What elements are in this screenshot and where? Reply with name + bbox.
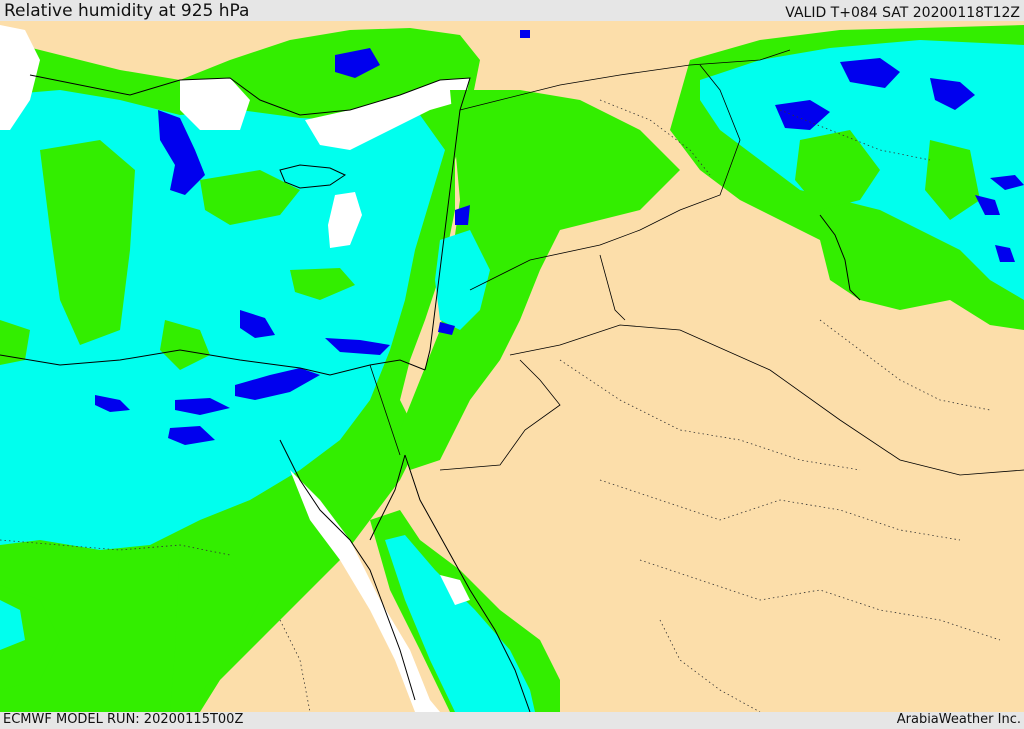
footer-bar: ECMWF MODEL RUN: 20200115T00Z ArabiaWeat…	[0, 712, 1024, 729]
map-title: Relative humidity at 925 hPa	[4, 1, 250, 21]
title-bar: Relative humidity at 925 hPa VALID T+084…	[0, 0, 1024, 21]
valid-time: VALID T+084 SAT 20200118T12Z	[785, 5, 1020, 21]
credit: ArabiaWeather Inc.	[896, 712, 1021, 727]
model-run: ECMWF MODEL RUN: 20200115T00Z	[3, 712, 244, 727]
humidity-zone-very-high	[520, 30, 530, 38]
humidity-map	[0, 21, 1024, 712]
